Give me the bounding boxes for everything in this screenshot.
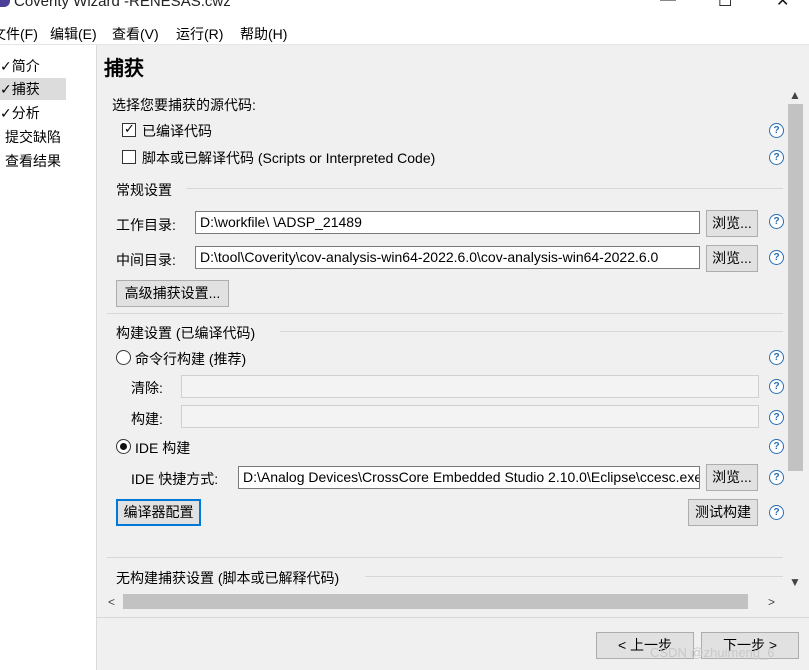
group-divider: [107, 557, 783, 558]
group-divider: [280, 331, 783, 332]
help-icon[interactable]: ?: [769, 505, 784, 520]
help-icon[interactable]: ?: [769, 250, 784, 265]
group-divider: [107, 313, 783, 314]
footer-divider: [97, 617, 809, 618]
compiled-label: 已编译代码: [142, 123, 212, 139]
help-icon[interactable]: ?: [769, 214, 784, 229]
maximize-button[interactable]: ☐: [718, 0, 732, 11]
radio-selected-dot: [120, 443, 127, 450]
menu-edit[interactable]: 编辑(E): [50, 24, 97, 44]
menu-run[interactable]: 运行(R): [176, 24, 223, 44]
build-label: 构建:: [131, 411, 163, 427]
nav-item-commit[interactable]: 提交缺陷: [5, 126, 71, 148]
horizontal-scroll-thumb[interactable]: [123, 594, 748, 609]
check-icon: ✓: [0, 81, 12, 97]
scroll-right-icon[interactable]: >: [768, 595, 775, 609]
nav-item-results[interactable]: 查看结果: [5, 150, 71, 172]
nobuild-group-title: 无构建捕获设置 (脚本或已解释代码): [116, 570, 340, 586]
nav-item-intro[interactable]: ✓简介: [0, 55, 66, 77]
scripts-checkbox[interactable]: [122, 150, 136, 164]
nav-item-analyze[interactable]: ✓分析: [0, 102, 66, 124]
menu-bar: 文件(F) 编辑(E) 查看(V) 运行(R) 帮助(H): [0, 20, 809, 45]
wizard-nav: ✓简介 ✓捕获 ✓分析 提交缺陷 查看结果: [0, 45, 97, 670]
nav-item-capture[interactable]: ✓捕获: [0, 78, 66, 100]
ide-radio[interactable]: [116, 439, 131, 454]
ide-shortcut-input[interactable]: D:\Analog Devices\CrossCore Embedded Stu…: [238, 466, 700, 489]
build-input[interactable]: [181, 405, 759, 428]
checkmark-icon: ✓: [124, 121, 135, 136]
workdir-input[interactable]: D:\workfile\ \ADSP_21489: [195, 211, 700, 234]
clean-label: 清除:: [131, 380, 163, 396]
help-icon[interactable]: ?: [769, 150, 784, 165]
tempdir-browse-button[interactable]: 浏览...: [706, 245, 758, 272]
close-button[interactable]: ✕: [776, 0, 789, 11]
ide-label: IDE 构建: [135, 440, 191, 456]
watermark: CSDN @zhuimeng_6: [650, 645, 775, 660]
workdir-browse-button[interactable]: 浏览...: [706, 210, 758, 237]
page-title: 捕获: [104, 58, 144, 80]
help-icon[interactable]: ?: [769, 123, 784, 138]
clean-input[interactable]: [181, 375, 759, 398]
scroll-up-icon[interactable]: ▲: [789, 88, 801, 102]
window-title: Coverity Wizard -RENESAS.cwz: [14, 0, 231, 10]
ide-shortcut-label: IDE 快捷方式:: [131, 471, 219, 487]
general-group-title: 常规设置: [116, 182, 172, 198]
tempdir-label: 中间目录:: [116, 252, 176, 268]
check-icon: ✓: [0, 58, 12, 74]
scroll-down-icon[interactable]: ▼: [789, 575, 801, 589]
help-icon[interactable]: ?: [769, 350, 784, 365]
cmdline-radio[interactable]: [116, 350, 131, 365]
test-build-button[interactable]: 测试构建: [688, 499, 758, 526]
ide-browse-button[interactable]: 浏览...: [706, 464, 758, 491]
help-icon[interactable]: ?: [769, 410, 784, 425]
group-divider: [186, 188, 783, 189]
cmdline-label: 命令行构建 (推荐): [135, 351, 247, 367]
workdir-label: 工作目录:: [116, 217, 176, 233]
menu-help[interactable]: 帮助(H): [240, 24, 287, 44]
menu-file[interactable]: 文件(F): [0, 24, 38, 44]
help-icon[interactable]: ?: [769, 379, 784, 394]
app-icon: [0, 0, 10, 7]
group-divider: [365, 576, 783, 577]
check-icon: ✓: [0, 105, 12, 121]
advanced-capture-button[interactable]: 高级捕获设置...: [116, 280, 229, 307]
source-prompt: 选择您要捕获的源代码:: [112, 97, 256, 113]
scroll-left-icon[interactable]: <: [108, 595, 115, 609]
compiler-config-button[interactable]: 编译器配置: [116, 499, 201, 526]
tempdir-input[interactable]: D:\tool\Coverity\cov-analysis-win64-2022…: [195, 246, 700, 269]
help-icon[interactable]: ?: [769, 470, 784, 485]
menu-view[interactable]: 查看(V): [112, 24, 159, 44]
scripts-label: 脚本或已解译代码 (Scripts or Interpreted Code): [142, 150, 436, 166]
help-icon[interactable]: ?: [769, 439, 784, 454]
compiled-checkbox[interactable]: ✓: [122, 121, 136, 137]
minimize-button[interactable]: —: [660, 0, 676, 9]
title-bar: Coverity Wizard -RENESAS.cwz — ☐ ✕: [0, 0, 809, 20]
vertical-scroll-thumb[interactable]: [788, 104, 803, 471]
build-group-title: 构建设置 (已编译代码): [116, 325, 256, 341]
